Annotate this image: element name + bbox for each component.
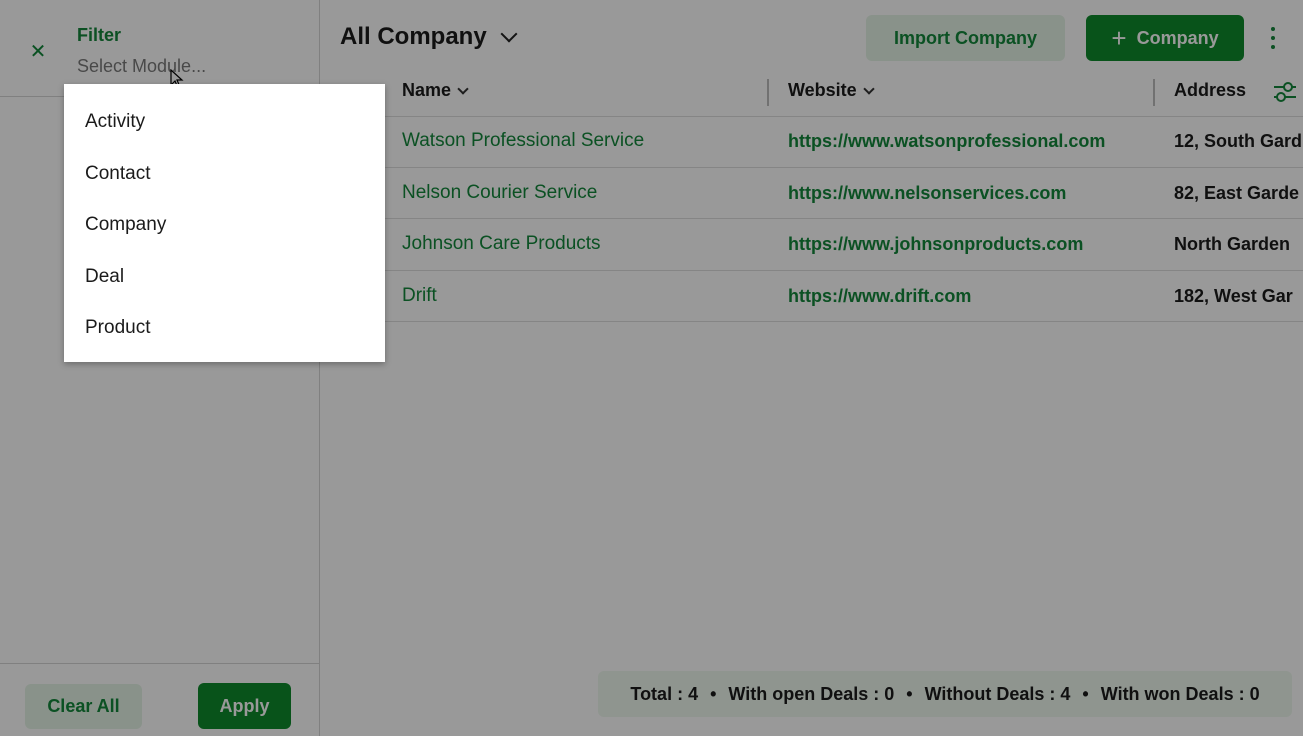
website-link[interactable]: https://www.watsonprofessional.com	[788, 131, 1105, 152]
add-company-label: Company	[1136, 27, 1219, 48]
import-company-button[interactable]: Import Company	[866, 15, 1065, 61]
website-link[interactable]: https://www.drift.com	[788, 286, 971, 307]
column-label: Name	[402, 80, 452, 100]
column-label: Website	[788, 80, 857, 100]
company-name-link[interactable]: Johnson Care Products	[402, 233, 601, 255]
separator-dot: •	[710, 683, 717, 704]
close-icon[interactable]: ✕	[28, 42, 48, 62]
dropdown-option-activity[interactable]: Activity	[85, 111, 145, 133]
view-title: All Company	[340, 23, 487, 50]
clear-all-button[interactable]: Clear All	[25, 684, 142, 729]
add-company-button[interactable]: + Company	[1086, 15, 1244, 61]
module-dropdown: Activity Contact Company Deal Product	[64, 84, 385, 362]
dropdown-option-product[interactable]: Product	[85, 317, 150, 339]
address-cell: North Garden	[1174, 234, 1291, 254]
column-label: Address	[1174, 80, 1247, 100]
dropdown-option-company[interactable]: Company	[85, 214, 166, 236]
address-cell: 12, South Gard	[1174, 131, 1303, 151]
open-deals-count: With open Deals : 0	[728, 683, 895, 704]
company-name-link[interactable]: Watson Professional Service	[402, 130, 644, 152]
website-link[interactable]: https://www.johnsonproducts.com	[788, 234, 1083, 255]
column-header-website[interactable]: Website	[788, 80, 875, 101]
module-select[interactable]: Select Module...	[77, 56, 206, 77]
chevron-down-icon	[500, 25, 518, 43]
column-header-address[interactable]: Address	[1174, 80, 1246, 101]
address-cell: 182, West Gar	[1174, 286, 1293, 306]
column-resizer[interactable]	[1153, 79, 1155, 106]
website-link[interactable]: https://www.nelsonservices.com	[788, 183, 1066, 204]
column-settings-icon[interactable]	[1272, 80, 1298, 104]
dropdown-option-deal[interactable]: Deal	[85, 266, 124, 288]
company-name-link[interactable]: Nelson Courier Service	[402, 182, 597, 204]
column-header-name[interactable]: Name	[402, 80, 469, 101]
view-selector[interactable]: All Company	[340, 23, 518, 51]
dropdown-option-contact[interactable]: Contact	[85, 163, 150, 185]
column-resizer[interactable]	[767, 79, 769, 106]
plus-icon: +	[1111, 23, 1127, 53]
total-count: Total : 4	[630, 683, 699, 704]
more-vert-icon[interactable]	[1266, 27, 1280, 49]
filter-title: Filter	[77, 25, 122, 45]
summary-bar: Total : 4 • With open Deals : 0 • Withou…	[598, 671, 1292, 717]
apply-button[interactable]: Apply	[198, 683, 291, 729]
without-deals-count: Without Deals : 4	[924, 683, 1071, 704]
separator-dot: •	[1082, 683, 1089, 704]
won-deals-count: With won Deals : 0	[1100, 683, 1260, 704]
company-name-link[interactable]: Drift	[402, 285, 437, 307]
chevron-down-icon	[863, 82, 875, 95]
chevron-down-icon	[457, 82, 469, 95]
address-cell: 82, East Garde	[1174, 183, 1300, 203]
separator-dot: •	[906, 683, 913, 704]
